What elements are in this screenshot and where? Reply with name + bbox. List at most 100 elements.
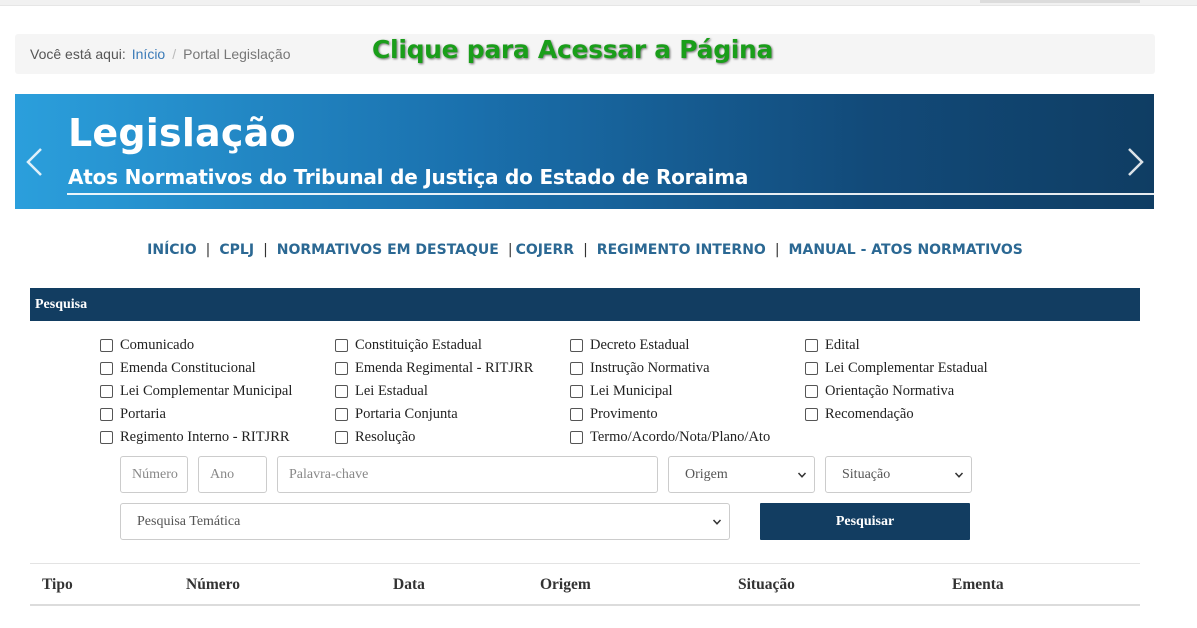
type-label: Recomendação xyxy=(825,406,914,422)
type-label: Instrução Normativa xyxy=(590,360,710,376)
chevron-left-icon[interactable] xyxy=(23,146,47,178)
ano-input[interactable]: Ano xyxy=(198,456,267,493)
checkbox[interactable] xyxy=(805,408,818,421)
banner-title: Legislação xyxy=(68,111,296,155)
type-checkbox-item[interactable]: Provimento xyxy=(570,403,805,426)
column-header-ementa[interactable]: Ementa xyxy=(952,576,1004,594)
type-checkbox-item[interactable]: Regimento Interno - RITJRR xyxy=(100,426,335,449)
type-checkbox-item[interactable]: Termo/Acordo/Nota/Plano/Ato xyxy=(570,426,805,449)
chevron-down-icon xyxy=(797,472,807,478)
checkbox[interactable] xyxy=(100,339,113,352)
type-label: Resolução xyxy=(355,429,416,445)
column-header-tipo[interactable]: Tipo xyxy=(42,576,73,594)
chevron-down-icon xyxy=(954,472,964,478)
keyword-input[interactable]: Palavra-chave xyxy=(277,456,658,493)
checkbox[interactable] xyxy=(335,408,348,421)
type-label: Emenda Constitucional xyxy=(120,360,256,376)
top-bar xyxy=(0,0,1197,6)
checkbox[interactable] xyxy=(100,408,113,421)
nav-separator: | xyxy=(583,242,588,258)
type-checkbox-item[interactable]: Lei Complementar Municipal xyxy=(100,380,335,403)
type-checkbox-item[interactable]: Instrução Normativa xyxy=(570,357,805,380)
type-checkbox-item[interactable]: Lei Complementar Estadual xyxy=(805,357,1040,380)
type-label: Orientação Normativa xyxy=(825,383,955,399)
type-label: Lei Municipal xyxy=(590,383,673,399)
nav-separator: | xyxy=(263,242,268,258)
checkbox[interactable] xyxy=(100,362,113,375)
type-checkbox-item[interactable]: Emenda Regimental - RITJRR xyxy=(335,357,570,380)
type-checkbox-item[interactable]: Lei Municipal xyxy=(570,380,805,403)
nav-cplj[interactable]: CPLJ xyxy=(219,242,254,258)
nav-separator: | xyxy=(507,242,513,258)
type-filter-list: Comunicado Constituição Estadual Decreto… xyxy=(100,334,1060,449)
access-page-link[interactable]: Clique para Acessar a Página xyxy=(372,35,773,64)
checkbox[interactable] xyxy=(805,362,818,375)
breadcrumb-home-link[interactable]: Início xyxy=(132,46,165,62)
checkbox[interactable] xyxy=(100,431,113,444)
type-label: Decreto Estadual xyxy=(590,337,690,353)
type-label: Termo/Acordo/Nota/Plano/Ato xyxy=(590,429,771,445)
main-nav: INÍCIO | CPLJ | NORMATIVOS EM DESTAQUE | COJER… xyxy=(0,242,1170,258)
column-header-data[interactable]: Data xyxy=(393,576,425,594)
origem-select-value: Origem xyxy=(685,466,728,482)
nav-manual-atos[interactable]: MANUAL - ATOS NORMATIVOS xyxy=(789,242,1023,258)
checkbox[interactable] xyxy=(805,339,818,352)
breadcrumb-prefix: Você está aqui: xyxy=(30,46,126,62)
checkbox[interactable] xyxy=(335,385,348,398)
type-checkbox-item[interactable]: Decreto Estadual xyxy=(570,334,805,357)
type-label: Lei Complementar Municipal xyxy=(120,383,293,399)
type-label: Constituição Estadual xyxy=(355,337,482,353)
chevron-down-icon xyxy=(712,519,722,525)
column-header-numero[interactable]: Número xyxy=(186,576,240,594)
origem-select[interactable]: Origem xyxy=(668,456,815,493)
type-label: Portaria Conjunta xyxy=(355,406,458,422)
nav-regimento-interno[interactable]: REGIMENTO INTERNO xyxy=(597,242,766,258)
chevron-right-icon[interactable] xyxy=(1123,146,1147,178)
nav-normativos-destaque[interactable]: NORMATIVOS EM DESTAQUE xyxy=(277,242,499,258)
type-checkbox-item[interactable]: Resolução xyxy=(335,426,570,449)
checkbox[interactable] xyxy=(335,362,348,375)
type-label: Edital xyxy=(825,337,860,353)
checkbox[interactable] xyxy=(570,408,583,421)
type-checkbox-item[interactable]: Orientação Normativa xyxy=(805,380,1040,403)
checkbox[interactable] xyxy=(570,385,583,398)
checkbox[interactable] xyxy=(570,362,583,375)
situacao-select-value: Situação xyxy=(842,466,891,482)
type-checkbox-item[interactable]: Recomendação xyxy=(805,403,1040,426)
type-checkbox-item[interactable]: Emenda Constitucional xyxy=(100,357,335,380)
nav-inicio[interactable]: INÍCIO xyxy=(147,242,197,258)
top-bar-tab xyxy=(980,0,1140,3)
type-checkbox-item[interactable]: Comunicado xyxy=(100,334,335,357)
type-checkbox-item[interactable]: Edital xyxy=(805,334,1040,357)
checkbox[interactable] xyxy=(805,385,818,398)
nav-separator: | xyxy=(205,242,211,258)
type-label: Provimento xyxy=(590,406,658,422)
column-header-origem[interactable]: Origem xyxy=(540,576,591,594)
search-button[interactable]: Pesquisar xyxy=(760,503,970,540)
type-checkbox-item[interactable]: Portaria xyxy=(100,403,335,426)
breadcrumb-separator: / xyxy=(172,46,177,62)
checkbox[interactable] xyxy=(570,339,583,352)
results-table-header: Tipo Número Data Origem Situação Ementa xyxy=(30,564,1140,606)
type-label: Lei Estadual xyxy=(355,383,428,399)
banner-underline xyxy=(67,193,1154,195)
situacao-select[interactable]: Situação xyxy=(825,456,972,493)
thematic-search-select[interactable]: Pesquisa Temática xyxy=(120,503,730,540)
search-header: Pesquisa xyxy=(30,288,1140,321)
type-label: Lei Complementar Estadual xyxy=(825,360,988,376)
type-checkbox-item[interactable]: Lei Estadual xyxy=(335,380,570,403)
column-header-situacao[interactable]: Situação xyxy=(738,576,795,594)
type-checkbox-item[interactable]: Constituição Estadual xyxy=(335,334,570,357)
checkbox[interactable] xyxy=(335,431,348,444)
checkbox[interactable] xyxy=(100,385,113,398)
nav-cojerr[interactable]: COJERR xyxy=(516,242,575,258)
type-label: Regimento Interno - RITJRR xyxy=(120,429,290,445)
breadcrumb-current: Portal Legislação xyxy=(183,46,291,62)
thematic-select-value: Pesquisa Temática xyxy=(137,513,241,529)
checkbox[interactable] xyxy=(570,431,583,444)
type-checkbox-item[interactable]: Portaria Conjunta xyxy=(335,403,570,426)
checkbox[interactable] xyxy=(335,339,348,352)
numero-input[interactable]: Número xyxy=(120,456,188,493)
type-label: Comunicado xyxy=(120,337,195,353)
type-label: Portaria xyxy=(120,406,166,422)
